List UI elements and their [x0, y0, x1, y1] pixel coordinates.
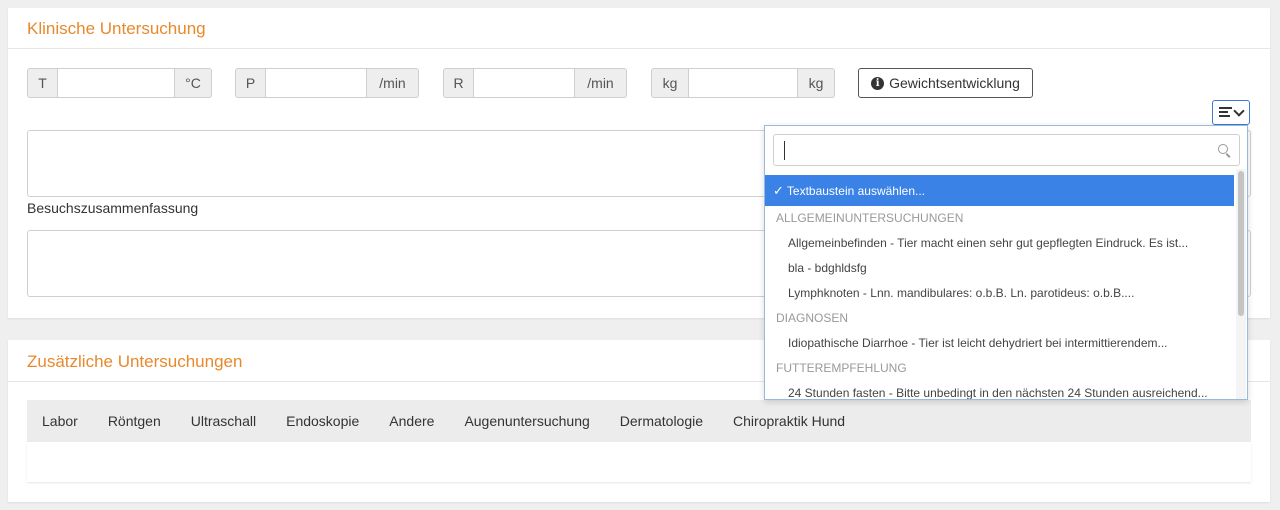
option-label: Textbaustein auswählen...: [786, 184, 925, 198]
pulse-prefix: P: [235, 68, 265, 98]
temperature-input[interactable]: [57, 68, 175, 98]
tab-endoskopie[interactable]: Endoskopie: [271, 413, 374, 429]
respiration-unit: /min: [575, 68, 627, 98]
tab-andere[interactable]: Andere: [374, 413, 449, 429]
dropdown-scrollbar[interactable]: [1236, 169, 1246, 399]
tab-dermatologie[interactable]: Dermatologie: [605, 413, 718, 429]
respiration-input[interactable]: [473, 68, 575, 98]
option-placeholder-selected[interactable]: ✓ Textbaustein auswählen...: [765, 175, 1234, 206]
respiration-prefix: R: [443, 68, 473, 98]
temperature-input-group: T °C: [27, 68, 212, 98]
weight-unit: kg: [798, 68, 835, 98]
panel-title: Zusätzliche Untersuchungen: [27, 352, 243, 371]
pulse-unit: /min: [367, 68, 419, 98]
search-icon: [1218, 144, 1228, 154]
scrollbar-thumb[interactable]: [1238, 171, 1244, 316]
option-item[interactable]: 24 Stunden fasten - Bitte unbedingt in d…: [765, 381, 1234, 399]
weight-input[interactable]: [688, 68, 798, 98]
text-template-dropdown: ✓ Textbaustein auswählen... ALLGEMEINUNTE…: [764, 125, 1248, 400]
option-group-header: FUTTEREMPFEHLUNG: [776, 361, 907, 375]
temperature-unit: °C: [175, 68, 212, 98]
tab-content: [27, 442, 1251, 482]
template-search-input[interactable]: [773, 134, 1240, 166]
text-template-button[interactable]: [1212, 100, 1250, 125]
chevron-down-icon: [1233, 104, 1245, 117]
tab-chiropraktik-hund[interactable]: Chiropraktik Hund: [718, 413, 860, 429]
text-caret: [784, 141, 785, 160]
option-item[interactable]: Idiopathische Diarrhoe - Tier ist leicht…: [765, 331, 1234, 356]
exam-tabs: Labor Röntgen Ultraschall Endoskopie And…: [27, 400, 1251, 442]
tab-augenuntersuchung[interactable]: Augenuntersuchung: [449, 413, 604, 429]
template-options-list: ✓ Textbaustein auswählen... ALLGEMEINUNTE…: [765, 175, 1234, 399]
option-group-header: ALLGEMEINUNTERSUCHUNGEN: [776, 211, 964, 225]
respiration-input-group: R /min: [443, 68, 627, 98]
pulse-input[interactable]: [265, 68, 367, 98]
divider: [8, 48, 1270, 49]
align-left-icon: [1219, 107, 1232, 118]
tab-roentgen[interactable]: Röntgen: [93, 413, 176, 429]
panel-title: Klinische Untersuchung: [27, 19, 206, 38]
weight-history-button[interactable]: i Gewichtsentwicklung: [858, 68, 1033, 98]
option-item[interactable]: bla - bdghldsfg: [765, 256, 1234, 281]
option-group-header: DIAGNOSEN: [776, 311, 849, 325]
tab-ultraschall[interactable]: Ultraschall: [176, 413, 271, 429]
option-item[interactable]: Lymphknoten - Lnn. mandibulares: o.b.B. …: [765, 281, 1234, 306]
info-circle-icon: i: [871, 76, 885, 90]
pulse-input-group: P /min: [235, 68, 419, 98]
weight-history-label: Gewichtsentwicklung: [889, 75, 1020, 91]
temperature-prefix: T: [27, 68, 57, 98]
weight-prefix: kg: [651, 68, 688, 98]
summary-label: Besuchszusammenfassung: [27, 200, 199, 216]
weight-input-group: kg kg: [651, 68, 835, 98]
check-icon: ✓: [773, 183, 784, 198]
tab-labor[interactable]: Labor: [27, 413, 93, 429]
option-item[interactable]: Allgemeinbefinden - Tier macht einen seh…: [765, 231, 1234, 256]
